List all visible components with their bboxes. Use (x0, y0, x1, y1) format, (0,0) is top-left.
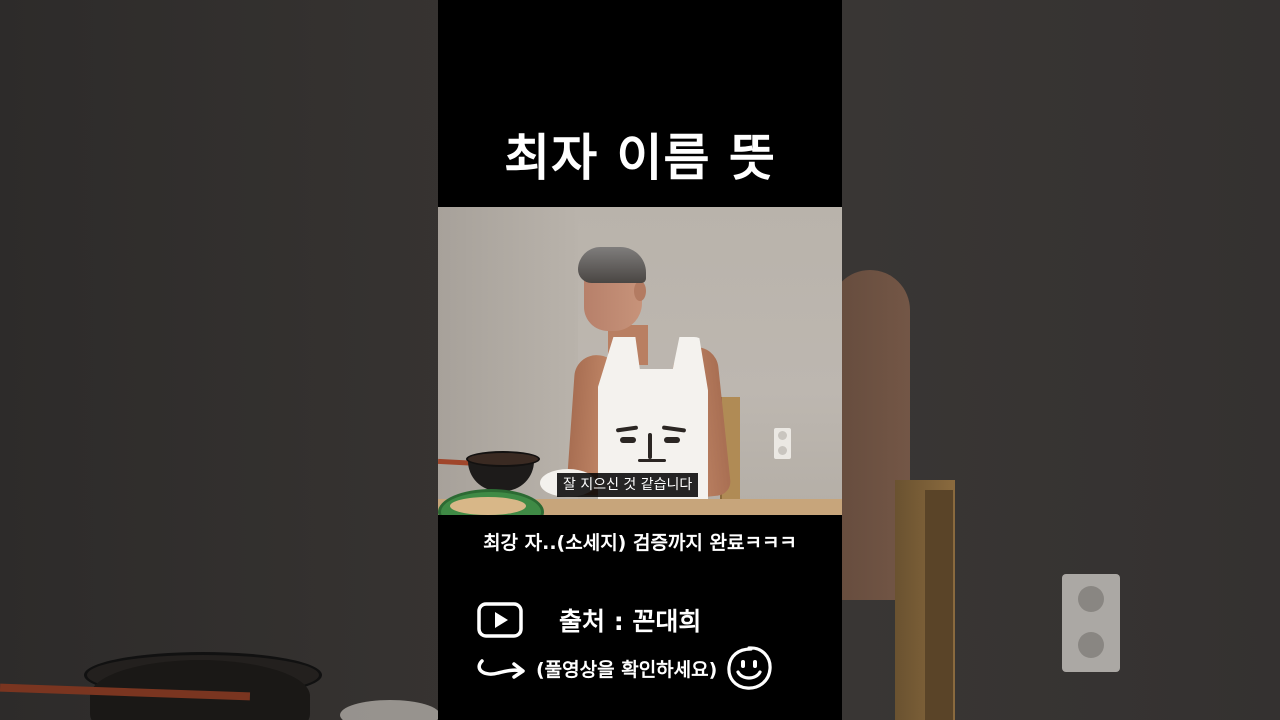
smiley-icon (727, 646, 772, 690)
source-row: 출처 : 꼰대희 (476, 600, 701, 640)
full-video-label: (풀영상을 확인하세요) (536, 658, 718, 681)
shirt-print (610, 419, 694, 469)
caption: 최강 자..(소세지) 검증까지 완료ㅋㅋㅋ (483, 532, 797, 554)
video-frame: 최자 이름 뜻 잘 지으신 것 같습니다 최강 자..(소세지) 검증까지 완료… (438, 0, 842, 720)
person-hair (578, 247, 646, 283)
source-label: 출처 : 꼰대희 (559, 607, 702, 636)
person-ear (634, 281, 646, 301)
black-bowl-rim (466, 451, 540, 467)
background-outlet (1062, 574, 1120, 672)
play-button-icon (477, 602, 523, 638)
video-title: 최자 이름 뜻 (504, 129, 776, 187)
video-still: 잘 지으신 것 같습니다 (438, 207, 842, 515)
full-video-row: (풀영상을 확인하세요) (476, 646, 773, 690)
subtitle: 잘 지으신 것 같습니다 (557, 473, 699, 497)
background-chair-post (925, 490, 953, 720)
wall-outlet (774, 428, 791, 459)
curved-arrow-icon (477, 659, 525, 679)
plate-food (450, 497, 526, 515)
